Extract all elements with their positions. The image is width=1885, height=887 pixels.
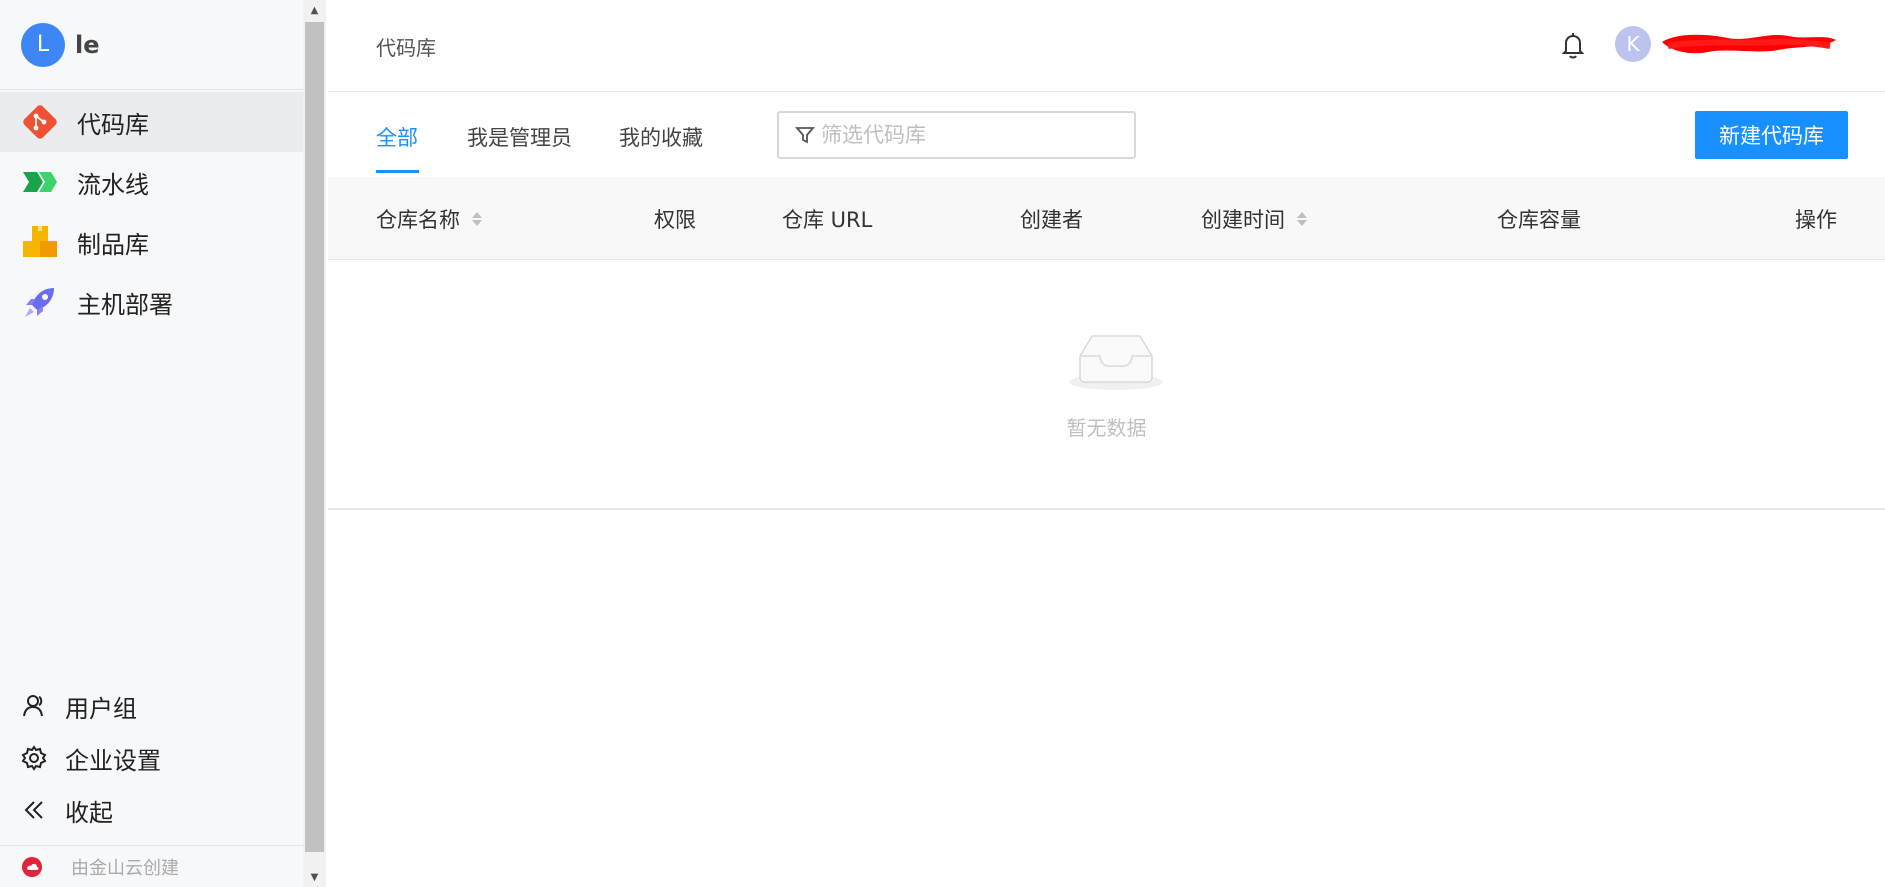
sidebar-item-label: 流水线 xyxy=(77,170,149,199)
column-label: 仓库容量 xyxy=(1497,208,1581,232)
sidebar-item-repos[interactable]: 代码库 xyxy=(0,92,303,152)
sort-icon[interactable] xyxy=(1297,212,1307,226)
filter-input[interactable] xyxy=(821,123,1111,147)
sidebar-collapse-button[interactable]: 收起 xyxy=(0,784,303,836)
scroll-down-arrow-icon[interactable]: ▼ xyxy=(303,867,326,887)
column-header-repo-name[interactable]: 仓库名称 xyxy=(376,204,482,234)
topbar: 代码库 K xyxy=(328,0,1885,92)
column-label: 创建时间 xyxy=(1201,208,1285,232)
column-label: 操作 xyxy=(1795,208,1837,232)
column-header-created-time[interactable]: 创建时间 xyxy=(1201,204,1307,234)
sidebar-item-label: 代码库 xyxy=(77,110,149,139)
brand-header[interactable]: L le xyxy=(0,0,303,90)
brand-name: le xyxy=(75,30,100,59)
column-header-creator: 创建者 xyxy=(1020,204,1083,234)
column-label: 权限 xyxy=(654,208,696,232)
active-tab-underline xyxy=(376,170,419,173)
column-header-repo-size: 仓库容量 xyxy=(1497,204,1581,234)
main-content: 代码库 K 全部 我是管理员 我的收藏 筛选代码库 新建代码库 仓库名称 权限 … xyxy=(328,0,1885,887)
tab-favorites[interactable]: 我的收藏 xyxy=(619,122,703,152)
sidebar-nav: 代码库 流水线 制品库 主机部署 xyxy=(0,92,303,332)
sidebar-item-label: 用户组 xyxy=(65,694,137,723)
empty-text: 暂无数据 xyxy=(1066,416,1147,440)
brand-avatar: L xyxy=(21,22,65,67)
sidebar-item-deploy[interactable]: 主机部署 xyxy=(0,272,303,332)
sidebar-item-label: 制品库 xyxy=(77,230,149,259)
user-group-icon xyxy=(21,693,47,719)
column-header-repo-url: 仓库 URL xyxy=(782,204,872,234)
sidebar-item-label: 企业设置 xyxy=(65,746,161,775)
column-label: 仓库 URL xyxy=(782,208,873,232)
sidebar-item-artifacts[interactable]: 制品库 xyxy=(0,212,303,272)
powered-by-text: 由金山云创建 xyxy=(71,857,179,879)
git-repo-icon xyxy=(21,103,59,141)
scrollbar-thumb[interactable] xyxy=(305,22,324,852)
bell-icon[interactable] xyxy=(1558,30,1588,60)
app-window: L le 代码库 流水线 制品库 主机部署 用户组 企业设置 收起 由金山云创建… xyxy=(0,0,1885,887)
pipeline-icon xyxy=(21,163,59,201)
powered-by: 由金山云创建 xyxy=(0,845,303,887)
column-header-actions: 操作 xyxy=(1795,204,1837,234)
kingsoft-cloud-logo-icon xyxy=(21,856,43,878)
sidebar-item-user-group[interactable]: 用户组 xyxy=(0,680,303,732)
sidebar-bottom-nav: 用户组 企业设置 收起 xyxy=(0,680,303,836)
toolbar: 全部 我是管理员 我的收藏 新建代码库 xyxy=(328,92,1885,177)
sidebar: L le 代码库 流水线 制品库 主机部署 用户组 企业设置 收起 由金山云创建 xyxy=(0,0,303,887)
empty-inbox-icon xyxy=(1066,328,1166,392)
sort-icon[interactable] xyxy=(472,212,482,226)
column-label: 仓库名称 xyxy=(376,208,460,232)
table-header: 仓库名称 权限 仓库 URL 创建者 创建时间 仓库容量 操作 xyxy=(328,177,1885,260)
sidebar-scrollbar[interactable]: ▲ ▼ xyxy=(303,0,326,887)
rocket-icon xyxy=(21,283,59,321)
sidebar-item-label: 主机部署 xyxy=(77,290,173,319)
table-empty-state: 暂无数据 xyxy=(328,260,1885,510)
filter-icon xyxy=(795,125,815,145)
tab-all[interactable]: 全部 xyxy=(376,122,418,152)
column-label: 创建者 xyxy=(1020,208,1083,232)
gear-icon xyxy=(21,745,47,771)
artifact-boxes-icon xyxy=(21,223,59,261)
new-repo-button[interactable]: 新建代码库 xyxy=(1695,111,1848,159)
user-name-redacted[interactable] xyxy=(1658,28,1838,58)
tab-admin[interactable]: 我是管理员 xyxy=(467,122,572,152)
sidebar-item-pipeline[interactable]: 流水线 xyxy=(0,152,303,212)
scroll-up-arrow-icon[interactable]: ▲ xyxy=(303,0,326,20)
page-title: 代码库 xyxy=(376,36,436,60)
column-header-permission: 权限 xyxy=(654,204,696,234)
sidebar-item-label: 收起 xyxy=(65,798,113,827)
repo-filter[interactable] xyxy=(777,111,1136,159)
sidebar-item-enterprise-settings[interactable]: 企业设置 xyxy=(0,732,303,784)
user-avatar[interactable]: K xyxy=(1615,26,1651,62)
collapse-icon xyxy=(21,797,47,823)
